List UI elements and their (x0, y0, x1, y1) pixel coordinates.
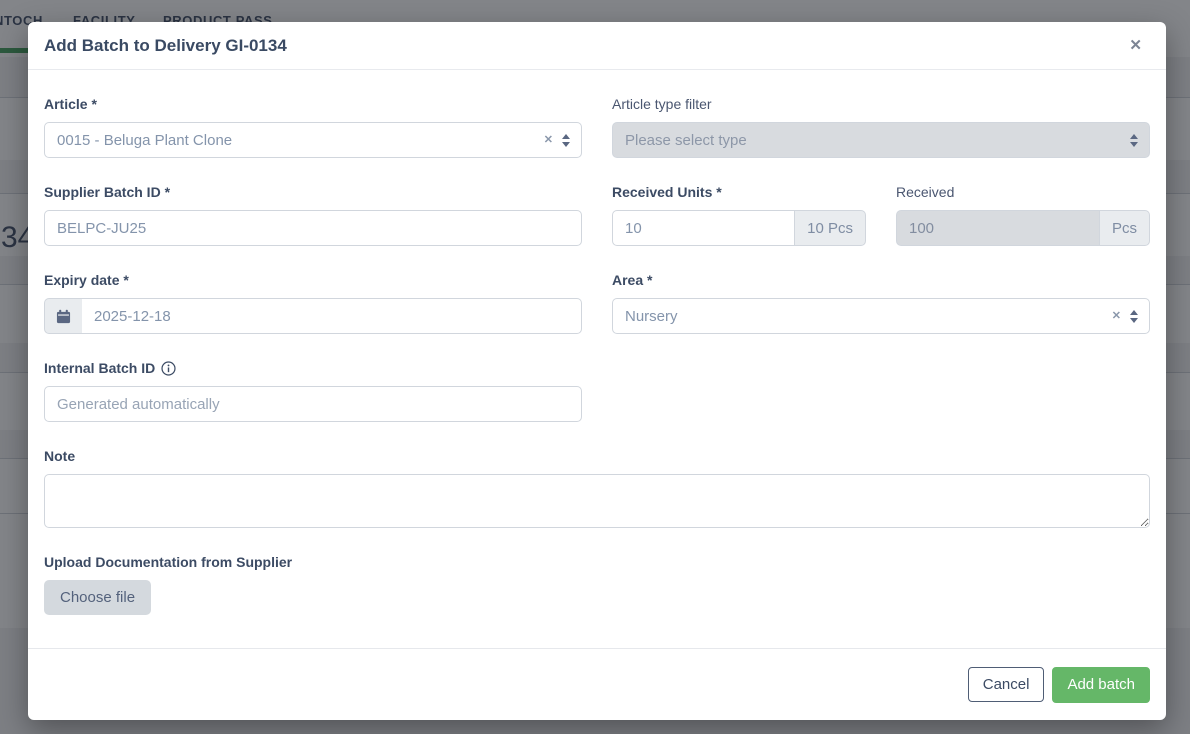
modal-body: Article * 0015 - Beluga Plant Clone ✕ Ar… (28, 70, 1166, 648)
empty-col (612, 360, 1150, 422)
modal-header: Add Batch to Delivery GI-0134 ✕ (28, 22, 1166, 70)
article-type-filter-field: Article type filter Please select type (612, 96, 1150, 158)
supplier-batch-id-field: Supplier Batch ID * (44, 184, 582, 246)
info-icon[interactable] (161, 361, 176, 376)
choose-file-button[interactable]: Choose file (44, 580, 151, 615)
received-group: Received Units * 10 Pcs Received Pcs (612, 184, 1150, 246)
modal-title: Add Batch to Delivery GI-0134 (44, 36, 287, 56)
modal-footer: Cancel Add batch (28, 648, 1166, 720)
article-type-filter-label: Article type filter (612, 96, 1150, 112)
article-type-filter-placeholder: Please select type (625, 132, 1130, 149)
received-units-input[interactable] (612, 210, 795, 246)
received-input (896, 210, 1100, 246)
received-units-label: Received Units * (612, 184, 866, 200)
supplier-batch-id-label: Supplier Batch ID * (44, 184, 582, 200)
form-row-3: Expiry date * (44, 272, 1150, 334)
received-units-field: Received Units * 10 Pcs (612, 184, 866, 246)
area-select-value: Nursery (625, 308, 1112, 325)
upload-field: Upload Documentation from Supplier Choos… (44, 554, 1150, 615)
add-batch-button[interactable]: Add batch (1052, 667, 1150, 703)
close-icon[interactable]: ✕ (1125, 34, 1146, 57)
internal-batch-id-label-text: Internal Batch ID (44, 360, 155, 376)
area-field: Area * Nursery ✕ (612, 272, 1150, 334)
screen: NTOCH FACILITY PRODUCT PASS 34 Add Batch… (0, 0, 1190, 734)
expiry-date-input[interactable] (82, 298, 582, 334)
received-field: Received Pcs (896, 184, 1150, 246)
add-batch-modal: Add Batch to Delivery GI-0134 ✕ Article … (28, 22, 1166, 720)
form-row-1: Article * 0015 - Beluga Plant Clone ✕ Ar… (44, 96, 1150, 158)
form-row-5: Note (44, 448, 1150, 528)
expiry-date-label: Expiry date * (44, 272, 582, 288)
clear-icon[interactable]: ✕ (544, 135, 553, 146)
expiry-date-field: Expiry date * (44, 272, 582, 334)
chevron-up-down-icon (562, 134, 570, 147)
chevron-up-down-icon (1130, 310, 1138, 323)
supplier-batch-id-input[interactable] (44, 210, 582, 246)
upload-label: Upload Documentation from Supplier (44, 554, 1150, 570)
received-label: Received (896, 184, 1150, 200)
article-label: Article * (44, 96, 582, 112)
article-field: Article * 0015 - Beluga Plant Clone ✕ (44, 96, 582, 158)
calendar-icon[interactable] (44, 298, 82, 334)
note-textarea[interactable] (44, 474, 1150, 528)
article-type-filter-select: Please select type (612, 122, 1150, 158)
article-select[interactable]: 0015 - Beluga Plant Clone ✕ (44, 122, 582, 158)
cancel-button[interactable]: Cancel (968, 667, 1045, 702)
internal-batch-id-field: Internal Batch ID (44, 360, 582, 422)
internal-batch-id-label: Internal Batch ID (44, 360, 582, 376)
note-field: Note (44, 448, 1150, 528)
form-row-4: Internal Batch ID (44, 360, 1150, 422)
received-addon: Pcs (1100, 210, 1150, 246)
internal-batch-id-input[interactable] (44, 386, 582, 422)
note-label: Note (44, 448, 1150, 464)
area-select[interactable]: Nursery ✕ (612, 298, 1150, 334)
received-units-addon: 10 Pcs (795, 210, 866, 246)
clear-icon[interactable]: ✕ (1112, 311, 1121, 322)
chevron-up-down-icon (1130, 134, 1138, 147)
article-select-value: 0015 - Beluga Plant Clone (57, 132, 544, 149)
form-row-2: Supplier Batch ID * Received Units * 10 … (44, 184, 1150, 246)
area-label: Area * (612, 272, 1150, 288)
